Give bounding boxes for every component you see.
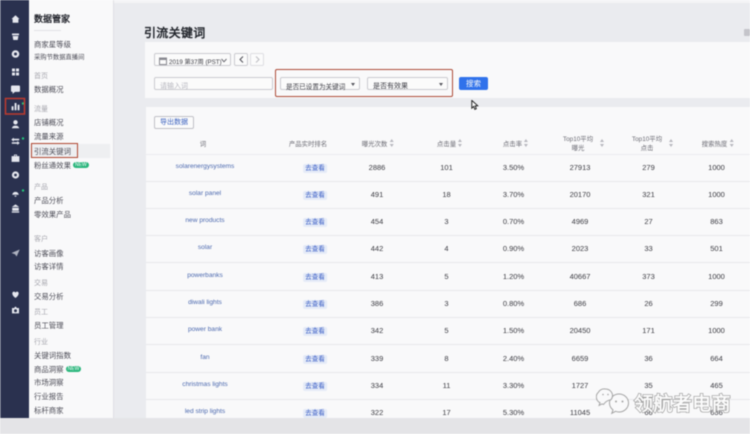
svg-text:领航者电商: 领航者电商 bbox=[634, 392, 731, 415]
